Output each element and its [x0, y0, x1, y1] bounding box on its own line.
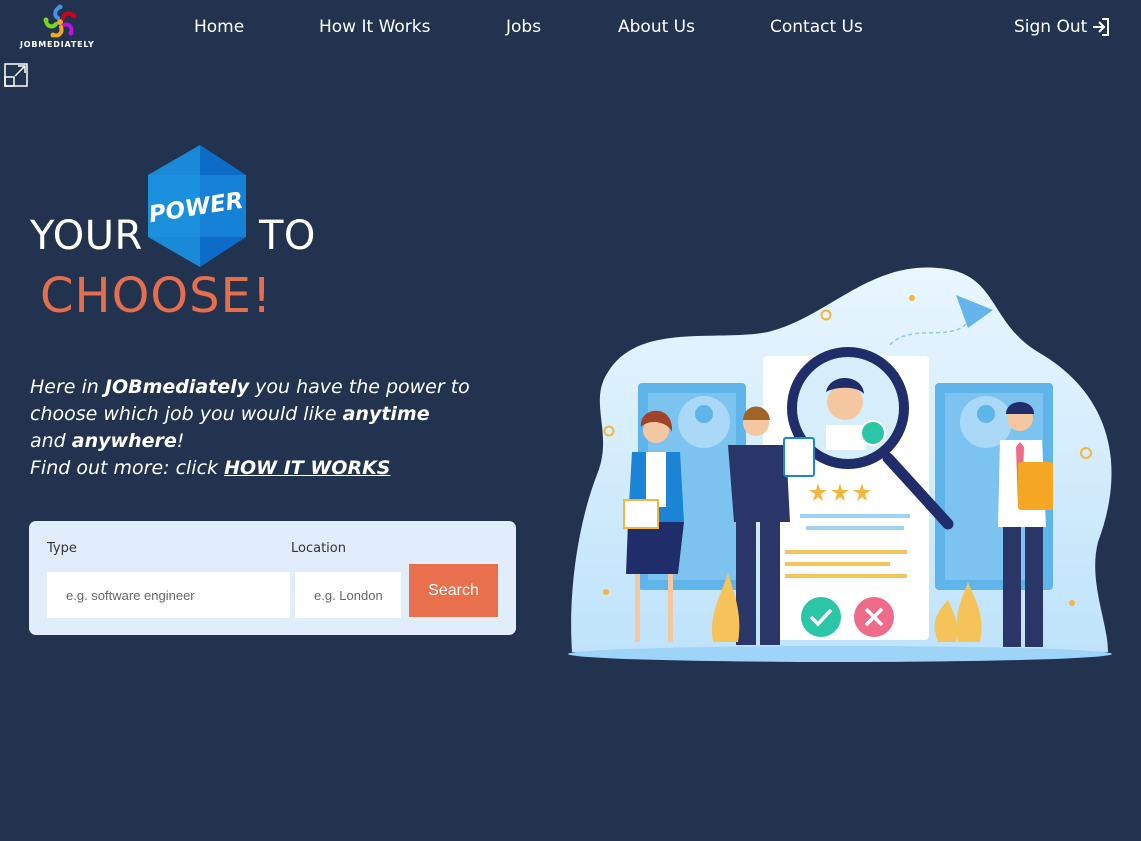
hero-illustration	[568, 267, 1112, 662]
power-badge: POWER	[148, 145, 246, 267]
type-input[interactable]	[47, 572, 290, 618]
brand-name: JOBMEDIATELY	[20, 40, 95, 49]
hero-word-your: YOUR	[30, 213, 143, 259]
brand-mention: JOBmediately	[104, 376, 250, 398]
location-input[interactable]	[295, 572, 401, 618]
nav-how-it-works[interactable]: How It Works	[319, 17, 430, 37]
nav-contact-us[interactable]: Contact Us	[770, 17, 863, 37]
type-label: Type	[47, 541, 77, 556]
hero-word-to: TO	[259, 213, 316, 259]
intro-text: Here in JOBmediately you have the power …	[30, 376, 470, 479]
nav-about-us[interactable]: About Us	[618, 17, 695, 37]
location-label: Location	[291, 541, 346, 556]
nav-jobs[interactable]: Jobs	[506, 17, 541, 37]
how-it-works-link[interactable]: HOW IT WORKS	[224, 457, 390, 479]
sign-out-button[interactable]: Sign Out	[1014, 17, 1111, 37]
search-button[interactable]: Search	[409, 564, 498, 617]
expand-icon[interactable]	[4, 63, 28, 87]
nav-home[interactable]: Home	[194, 17, 244, 37]
sign-out-label: Sign Out	[1014, 17, 1088, 37]
sign-out-icon	[1093, 18, 1110, 36]
search-card: Type Location Search	[29, 521, 516, 635]
hero-choose: CHOOSE!	[40, 268, 273, 324]
logo-icon	[43, 4, 77, 38]
brand-logo[interactable]: JOBMEDIATELY	[18, 4, 102, 50]
